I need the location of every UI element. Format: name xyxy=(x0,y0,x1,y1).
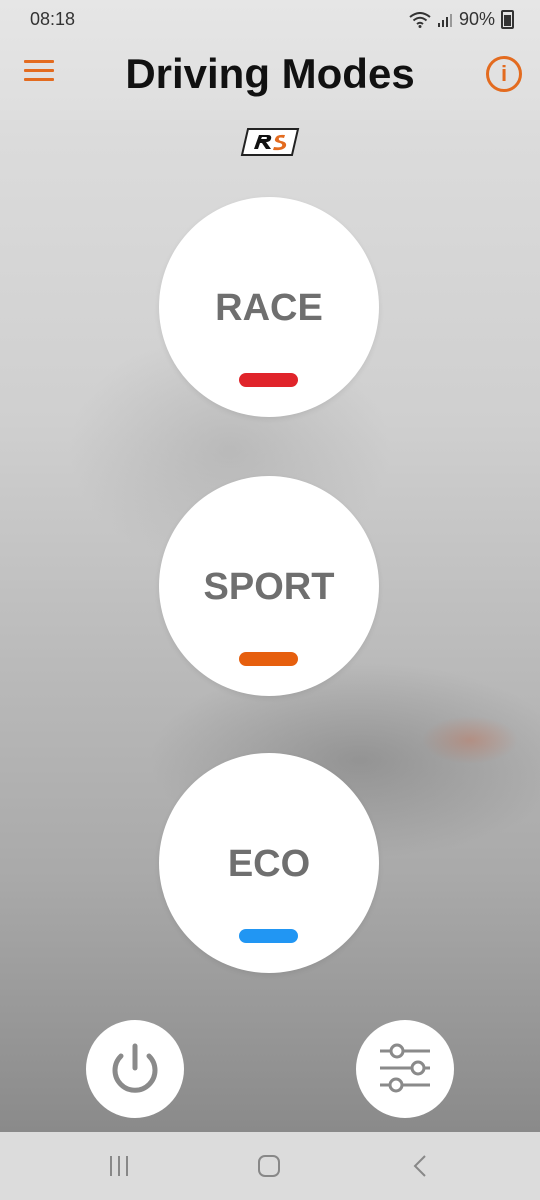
mode-indicator-sport xyxy=(239,652,298,666)
wifi-icon xyxy=(409,11,431,28)
page-title: Driving Modes xyxy=(125,50,415,97)
mode-label-race: RACE xyxy=(215,287,323,329)
home-icon[interactable] xyxy=(256,1154,282,1178)
status-time: 08:18 xyxy=(30,9,76,29)
sliders-icon xyxy=(380,1043,430,1093)
mode-label-eco: ECO xyxy=(227,843,311,885)
system-nav-bar xyxy=(0,1132,540,1200)
mode-eco-button[interactable]: ECO xyxy=(159,753,379,973)
mode-label-sport: SPORT xyxy=(203,566,335,608)
app-header: 08:18 90% Driving Modes i xyxy=(0,0,540,120)
mode-indicator-race xyxy=(239,373,298,387)
mode-race-button[interactable]: RACE xyxy=(159,197,379,417)
rs-logo xyxy=(240,128,300,156)
mode-sport-button[interactable]: SPORT xyxy=(159,476,379,696)
signal-icon xyxy=(437,13,452,27)
recents-icon[interactable] xyxy=(107,1154,131,1178)
settings-button[interactable] xyxy=(356,1020,454,1118)
info-icon[interactable]: i xyxy=(486,56,522,92)
power-button[interactable] xyxy=(86,1020,184,1118)
battery-percent: 90% xyxy=(458,9,495,29)
back-icon[interactable] xyxy=(410,1154,430,1178)
status-bar: 08:18 90% xyxy=(0,0,540,40)
status-icons: 90% xyxy=(409,9,514,30)
power-icon xyxy=(112,1043,158,1093)
battery-icon xyxy=(501,10,514,29)
mode-indicator-eco xyxy=(239,929,298,943)
